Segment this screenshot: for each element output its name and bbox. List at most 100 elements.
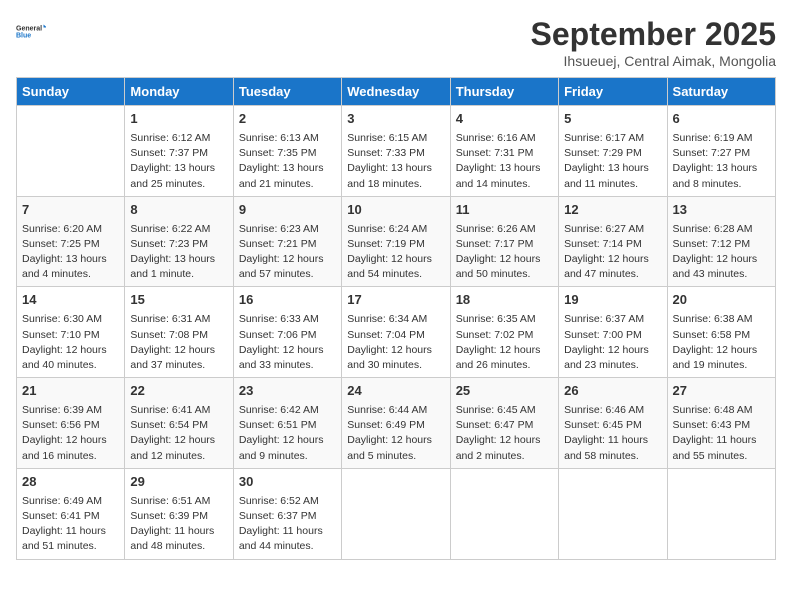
title-block: September 2025 Ihsueuej, Central Aimak, …	[531, 16, 776, 69]
col-header-friday: Friday	[559, 78, 667, 106]
day-number: 21	[22, 382, 119, 401]
cell-info: Sunrise: 6:12 AM	[130, 131, 227, 146]
calendar-cell: 4Sunrise: 6:16 AMSunset: 7:31 PMDaylight…	[450, 106, 558, 197]
cell-info: and 55 minutes.	[673, 449, 770, 464]
cell-info: Sunset: 7:00 PM	[564, 328, 661, 343]
calendar-cell: 12Sunrise: 6:27 AMSunset: 7:14 PMDayligh…	[559, 196, 667, 287]
cell-info: Daylight: 12 hours	[130, 433, 227, 448]
logo: General Blue	[16, 16, 46, 46]
cell-info: Daylight: 12 hours	[456, 433, 553, 448]
calendar-cell	[17, 106, 125, 197]
day-number: 8	[130, 201, 227, 220]
cell-info: Sunset: 6:43 PM	[673, 418, 770, 433]
cell-info: and 23 minutes.	[564, 358, 661, 373]
cell-info: Sunset: 6:58 PM	[673, 328, 770, 343]
day-number: 11	[456, 201, 553, 220]
col-header-monday: Monday	[125, 78, 233, 106]
cell-info: and 19 minutes.	[673, 358, 770, 373]
calendar-cell: 29Sunrise: 6:51 AMSunset: 6:39 PMDayligh…	[125, 468, 233, 559]
day-number: 24	[347, 382, 444, 401]
calendar-cell	[342, 468, 450, 559]
calendar-cell: 8Sunrise: 6:22 AMSunset: 7:23 PMDaylight…	[125, 196, 233, 287]
day-number: 30	[239, 473, 336, 492]
calendar-table: SundayMondayTuesdayWednesdayThursdayFrid…	[16, 77, 776, 560]
calendar-cell: 5Sunrise: 6:17 AMSunset: 7:29 PMDaylight…	[559, 106, 667, 197]
cell-info: and 50 minutes.	[456, 267, 553, 282]
cell-info: Sunrise: 6:22 AM	[130, 222, 227, 237]
cell-info: Sunset: 7:25 PM	[22, 237, 119, 252]
cell-info: and 25 minutes.	[130, 177, 227, 192]
calendar-cell: 16Sunrise: 6:33 AMSunset: 7:06 PMDayligh…	[233, 287, 341, 378]
cell-info: Daylight: 13 hours	[239, 161, 336, 176]
calendar-cell: 25Sunrise: 6:45 AMSunset: 6:47 PMDayligh…	[450, 378, 558, 469]
day-number: 5	[564, 110, 661, 129]
cell-info: Sunrise: 6:44 AM	[347, 403, 444, 418]
cell-info: Sunrise: 6:33 AM	[239, 312, 336, 327]
cell-info: Daylight: 13 hours	[456, 161, 553, 176]
cell-info: Daylight: 12 hours	[239, 252, 336, 267]
cell-info: Sunset: 6:51 PM	[239, 418, 336, 433]
cell-info: Sunrise: 6:19 AM	[673, 131, 770, 146]
cell-info: Sunset: 7:12 PM	[673, 237, 770, 252]
cell-info: Sunset: 7:02 PM	[456, 328, 553, 343]
cell-info: Sunset: 7:08 PM	[130, 328, 227, 343]
cell-info: Sunrise: 6:37 AM	[564, 312, 661, 327]
day-number: 29	[130, 473, 227, 492]
day-number: 28	[22, 473, 119, 492]
cell-info: and 43 minutes.	[673, 267, 770, 282]
cell-info: and 5 minutes.	[347, 449, 444, 464]
subtitle: Ihsueuej, Central Aimak, Mongolia	[531, 53, 776, 69]
cell-info: Sunrise: 6:17 AM	[564, 131, 661, 146]
day-number: 6	[673, 110, 770, 129]
calendar-cell: 19Sunrise: 6:37 AMSunset: 7:00 PMDayligh…	[559, 287, 667, 378]
cell-info: Sunrise: 6:45 AM	[456, 403, 553, 418]
calendar-body: 1Sunrise: 6:12 AMSunset: 7:37 PMDaylight…	[17, 106, 776, 560]
cell-info: and 8 minutes.	[673, 177, 770, 192]
calendar-cell: 26Sunrise: 6:46 AMSunset: 6:45 PMDayligh…	[559, 378, 667, 469]
cell-info: Sunrise: 6:30 AM	[22, 312, 119, 327]
cell-info: Sunset: 7:19 PM	[347, 237, 444, 252]
col-header-saturday: Saturday	[667, 78, 775, 106]
cell-info: Daylight: 13 hours	[564, 161, 661, 176]
cell-info: Daylight: 11 hours	[130, 524, 227, 539]
cell-info: and 11 minutes.	[564, 177, 661, 192]
cell-info: Daylight: 12 hours	[673, 252, 770, 267]
cell-info: and 18 minutes.	[347, 177, 444, 192]
cell-info: and 16 minutes.	[22, 449, 119, 464]
cell-info: Daylight: 12 hours	[347, 252, 444, 267]
cell-info: Sunset: 6:41 PM	[22, 509, 119, 524]
cell-info: Sunrise: 6:51 AM	[130, 494, 227, 509]
cell-info: and 44 minutes.	[239, 539, 336, 554]
month-title: September 2025	[531, 16, 776, 53]
cell-info: Daylight: 11 hours	[673, 433, 770, 448]
cell-info: Sunset: 7:27 PM	[673, 146, 770, 161]
day-number: 3	[347, 110, 444, 129]
cell-info: Daylight: 12 hours	[456, 252, 553, 267]
day-number: 10	[347, 201, 444, 220]
col-header-tuesday: Tuesday	[233, 78, 341, 106]
cell-info: Sunrise: 6:31 AM	[130, 312, 227, 327]
cell-info: and 12 minutes.	[130, 449, 227, 464]
day-number: 14	[22, 291, 119, 310]
calendar-cell: 9Sunrise: 6:23 AMSunset: 7:21 PMDaylight…	[233, 196, 341, 287]
cell-info: Daylight: 13 hours	[673, 161, 770, 176]
calendar-cell	[559, 468, 667, 559]
calendar-week-row: 1Sunrise: 6:12 AMSunset: 7:37 PMDaylight…	[17, 106, 776, 197]
calendar-cell: 21Sunrise: 6:39 AMSunset: 6:56 PMDayligh…	[17, 378, 125, 469]
cell-info: Sunrise: 6:23 AM	[239, 222, 336, 237]
day-number: 4	[456, 110, 553, 129]
calendar-cell: 24Sunrise: 6:44 AMSunset: 6:49 PMDayligh…	[342, 378, 450, 469]
cell-info: and 21 minutes.	[239, 177, 336, 192]
cell-info: Sunrise: 6:26 AM	[456, 222, 553, 237]
calendar-cell: 6 Sunrise: 6:19 AMSunset: 7:27 PMDaylight…	[667, 106, 775, 197]
cell-info: Daylight: 12 hours	[22, 343, 119, 358]
calendar-cell: 20Sunrise: 6:38 AMSunset: 6:58 PMDayligh…	[667, 287, 775, 378]
cell-info: Sunset: 7:35 PM	[239, 146, 336, 161]
cell-info: Sunset: 7:31 PM	[456, 146, 553, 161]
cell-info: and 9 minutes.	[239, 449, 336, 464]
calendar-cell: 27Sunrise: 6:48 AMSunset: 6:43 PMDayligh…	[667, 378, 775, 469]
cell-info: Sunrise: 6:15 AM	[347, 131, 444, 146]
cell-info: Daylight: 13 hours	[22, 252, 119, 267]
day-number: 18	[456, 291, 553, 310]
col-header-thursday: Thursday	[450, 78, 558, 106]
